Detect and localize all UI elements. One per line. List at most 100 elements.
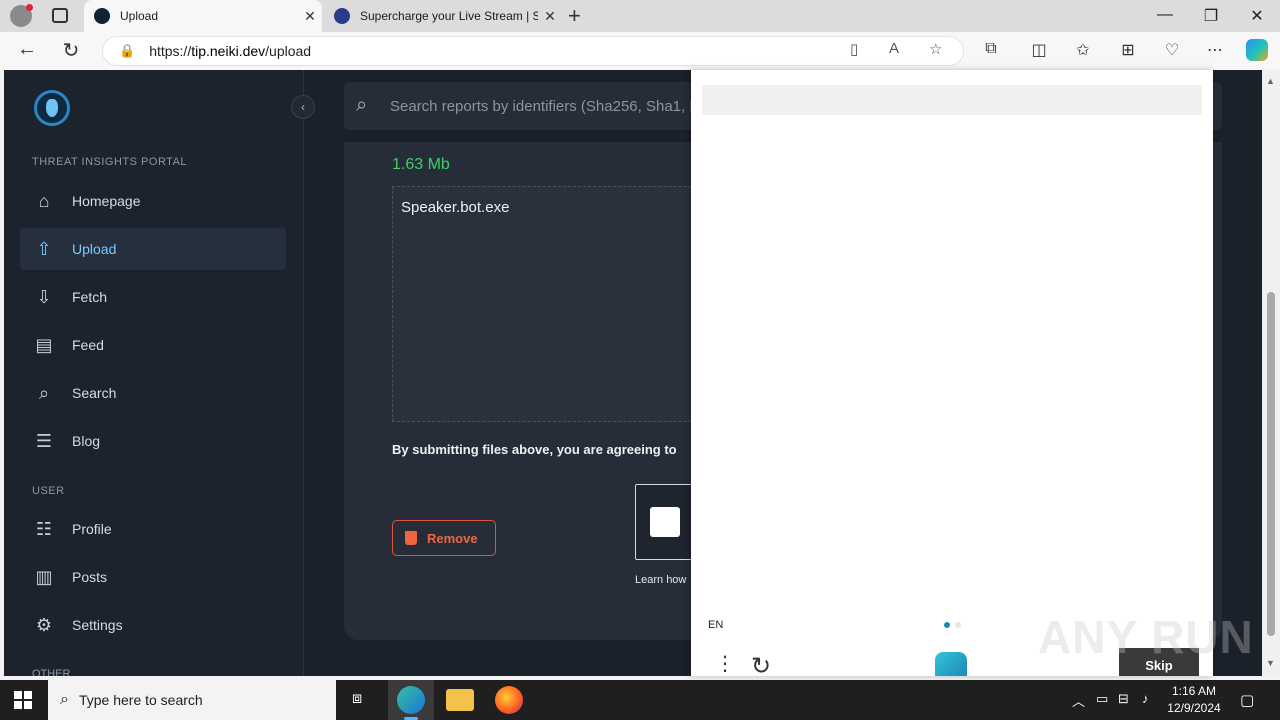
system-clock[interactable]: 1:16 AM 12/9/2024 bbox=[1162, 683, 1226, 717]
search-icon: ⌕ bbox=[60, 691, 69, 708]
sidebar-item-feed[interactable]: ▤ Feed bbox=[20, 324, 286, 366]
read-aloud-icon[interactable]: A bbox=[889, 40, 899, 57]
windows-taskbar: ⌕ Type here to search ⧈ ︿ ▭ ⊟ ♪ 1:16 AM … bbox=[0, 680, 1280, 720]
lock-icon: 🔒 bbox=[119, 43, 136, 58]
address-bar[interactable]: 🔒 https://tip.neiki.dev/upload bbox=[102, 36, 964, 66]
profile-icon[interactable] bbox=[10, 4, 33, 27]
sidebar-item-homepage[interactable]: ⌂ Homepage bbox=[20, 180, 286, 222]
watermark: ANY RUN bbox=[1038, 611, 1254, 663]
home-icon: ⌂ bbox=[38, 190, 50, 211]
overlay-brand-icon bbox=[935, 652, 967, 676]
minimize-button[interactable]: — bbox=[1150, 6, 1180, 24]
gear-icon: ⚙ bbox=[35, 614, 53, 635]
url-text: https://tip.neiki.dev/upload bbox=[149, 43, 312, 59]
close-tab-icon[interactable]: ✕ bbox=[298, 8, 322, 25]
close-tab-icon[interactable]: ✕ bbox=[538, 8, 562, 25]
windows-start-icon[interactable] bbox=[14, 691, 32, 709]
section-label-user: USER bbox=[32, 485, 65, 497]
site-favicon-icon bbox=[94, 8, 110, 24]
agreement-text: By submitting files above, you are agree… bbox=[392, 442, 677, 457]
sidebar-item-blog[interactable]: ☰ Blog bbox=[20, 420, 286, 462]
scroll-up-icon[interactable]: ▲ bbox=[1266, 76, 1275, 86]
remove-button-label: Remove bbox=[427, 530, 478, 546]
task-view-icon[interactable]: ⧈ bbox=[352, 690, 362, 708]
download-icon: ⇩ bbox=[36, 286, 52, 307]
split-screen-icon[interactable]: ◫ bbox=[1026, 40, 1052, 60]
file-size: 1.63 Mb bbox=[392, 156, 450, 173]
collapse-sidebar-button[interactable]: ‹ bbox=[291, 95, 315, 119]
blog-icon: ☰ bbox=[35, 430, 53, 451]
sidebar-item-search[interactable]: ⌕ Search bbox=[20, 372, 286, 414]
scrollbar-thumb[interactable] bbox=[1267, 292, 1275, 636]
favorite-star-icon[interactable]: ☆ bbox=[929, 40, 942, 58]
page-info-icon[interactable]: ▯ bbox=[850, 40, 858, 58]
sidebar: THREAT INSIGHTS PORTAL ⌂ Homepage ⇧ Uplo… bbox=[4, 70, 304, 676]
video-thumbnail[interactable] bbox=[635, 484, 695, 560]
overlay-loading-bar bbox=[702, 85, 1202, 115]
overlay-menu-icon[interactable]: ⋮ bbox=[715, 654, 735, 674]
feed-icon: ▤ bbox=[35, 334, 53, 355]
sidebar-item-posts[interactable]: ▥ Posts bbox=[20, 556, 286, 598]
section-label-other: OTHER bbox=[32, 668, 71, 676]
remove-button[interactable]: Remove bbox=[392, 520, 496, 556]
tab-title: Supercharge your Live Stream | S bbox=[360, 9, 538, 23]
scroll-down-icon[interactable]: ▼ bbox=[1266, 658, 1275, 668]
sidebar-item-label: Fetch bbox=[72, 289, 108, 305]
file-explorer-icon[interactable] bbox=[446, 689, 474, 711]
pager-dot-active[interactable] bbox=[944, 622, 950, 628]
portal-logo-icon[interactable] bbox=[34, 90, 70, 126]
network-icon[interactable]: ⊟ bbox=[1118, 691, 1129, 707]
site-favicon-icon bbox=[334, 8, 350, 24]
maximize-button[interactable]: ❐ bbox=[1196, 6, 1226, 26]
section-label-portal: THREAT INSIGHTS PORTAL bbox=[32, 156, 188, 168]
sidebar-item-label: Homepage bbox=[72, 193, 141, 209]
firefox-icon[interactable] bbox=[495, 686, 523, 714]
sidebar-item-upload[interactable]: ⇧ Upload bbox=[20, 228, 286, 270]
pager-dot[interactable] bbox=[955, 622, 961, 628]
close-window-button[interactable]: ✕ bbox=[1242, 6, 1272, 26]
profile-icon: ☷ bbox=[35, 518, 53, 539]
edge-browser-icon[interactable] bbox=[397, 686, 425, 714]
tab-supercharge[interactable]: Supercharge your Live Stream | S ✕ bbox=[324, 0, 562, 32]
tab-actions-icon[interactable] bbox=[52, 8, 68, 23]
new-tab-button[interactable]: + bbox=[568, 3, 581, 29]
favorites-icon[interactable]: ✩ bbox=[1070, 40, 1096, 60]
extensions-icon[interactable]: ⧉ bbox=[978, 40, 1004, 58]
trash-icon bbox=[405, 531, 417, 545]
page-scrollbar[interactable]: ▲ ▼ bbox=[1262, 70, 1280, 676]
file-name: Speaker.bot.exe bbox=[401, 199, 510, 216]
taskbar-search-placeholder: Type here to search bbox=[78, 692, 203, 708]
browser-essentials-icon[interactable]: ♡ bbox=[1159, 40, 1185, 60]
browser-tab-bar: Upload ✕ Supercharge your Live Stream | … bbox=[0, 0, 1280, 32]
search-icon: ⌕ bbox=[38, 382, 50, 403]
sidebar-item-label: Search bbox=[72, 385, 117, 401]
learn-how-link[interactable]: Learn how bbox=[635, 574, 686, 586]
volume-icon[interactable]: ♪ bbox=[1142, 691, 1149, 706]
taskbar-search-box[interactable]: ⌕ Type here to search bbox=[48, 680, 336, 720]
sidebar-item-label: Posts bbox=[72, 569, 108, 585]
upload-icon: ⇧ bbox=[36, 238, 52, 259]
refresh-icon[interactable]: ↻ bbox=[56, 38, 86, 63]
copilot-icon[interactable] bbox=[1246, 39, 1268, 61]
clock-time: 1:16 AM bbox=[1171, 684, 1217, 698]
onboarding-overlay: EN ⋮ ↻ Skip bbox=[691, 70, 1213, 680]
search-icon: ⌕ bbox=[356, 94, 368, 116]
sidebar-item-profile[interactable]: ☷ Profile bbox=[20, 508, 286, 550]
language-selector[interactable]: EN bbox=[708, 619, 723, 631]
network-drive-icon[interactable]: ▭ bbox=[1096, 691, 1108, 707]
sidebar-item-label: Blog bbox=[72, 433, 101, 449]
back-arrow-icon[interactable]: ← bbox=[12, 38, 42, 61]
browser-toolbar: ← ↻ 🔒 https://tip.neiki.dev/upload ▯ A ☆… bbox=[0, 32, 1280, 70]
sidebar-item-fetch[interactable]: ⇩ Fetch bbox=[20, 276, 286, 318]
tab-title: Upload bbox=[120, 9, 159, 23]
tray-chevron-icon[interactable]: ︿ bbox=[1072, 691, 1085, 710]
sidebar-item-settings[interactable]: ⚙ Settings bbox=[20, 604, 286, 646]
overlay-reload-icon[interactable]: ↻ bbox=[751, 652, 771, 681]
more-menu-icon[interactable]: ⋯ bbox=[1202, 40, 1228, 60]
sidebar-item-label: Upload bbox=[72, 241, 117, 257]
sidebar-item-label: Feed bbox=[72, 337, 104, 353]
tab-upload[interactable]: Upload ✕ bbox=[84, 0, 322, 32]
sidebar-item-label: Profile bbox=[72, 521, 112, 537]
notification-icon[interactable]: ▢ bbox=[1240, 691, 1254, 709]
collections-icon[interactable]: ⊞ bbox=[1115, 40, 1141, 60]
